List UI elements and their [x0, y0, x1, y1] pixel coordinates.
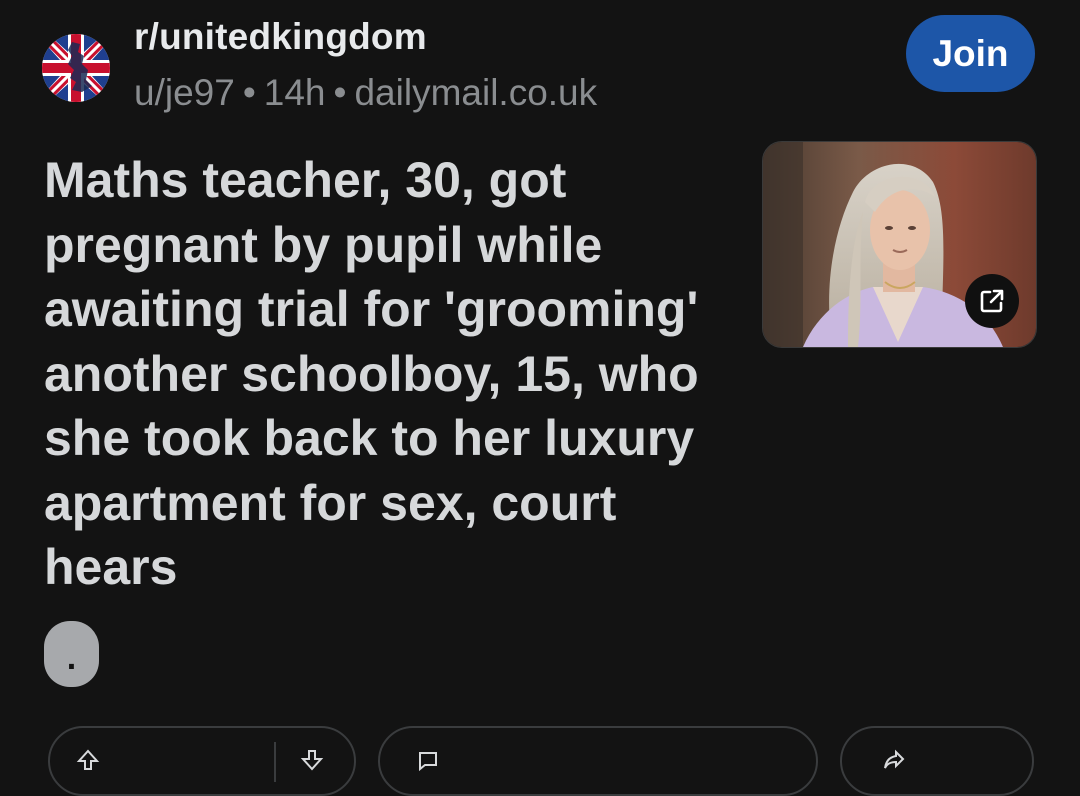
external-link-icon: [980, 289, 1004, 313]
subreddit-name[interactable]: r/unitedkingdom: [134, 16, 427, 58]
subreddit-avatar[interactable]: [42, 34, 110, 102]
comments-button[interactable]: [378, 726, 818, 796]
post-meta: u/je97 • 14h • dailymail.co.uk: [134, 72, 597, 114]
union-jack-uk-map-icon: [42, 34, 110, 102]
meta-separator: •: [333, 72, 347, 113]
share-button[interactable]: [840, 726, 1034, 796]
post-flair[interactable]: .: [44, 621, 99, 687]
post-header: r/unitedkingdom u/je97 • 14h • dailymail.co.…: [42, 14, 902, 114]
vote-control[interactable]: [48, 726, 356, 796]
post-title[interactable]: Maths teacher, 30, got pregnant by pupil…: [44, 148, 744, 600]
vote-divider: [274, 742, 276, 782]
link-domain[interactable]: dailymail.co.uk: [354, 72, 597, 113]
post-action-bar: [0, 720, 1080, 796]
meta-separator: •: [242, 72, 256, 113]
author-username[interactable]: u/je97: [134, 72, 235, 113]
post-age: 14h: [263, 72, 326, 113]
external-link-button[interactable]: [965, 274, 1019, 328]
post-card[interactable]: r/unitedkingdom u/je97 • 14h • dailymail.co.…: [0, 0, 1080, 796]
article-thumbnail[interactable]: [762, 141, 1037, 348]
join-button[interactable]: Join: [906, 15, 1035, 92]
